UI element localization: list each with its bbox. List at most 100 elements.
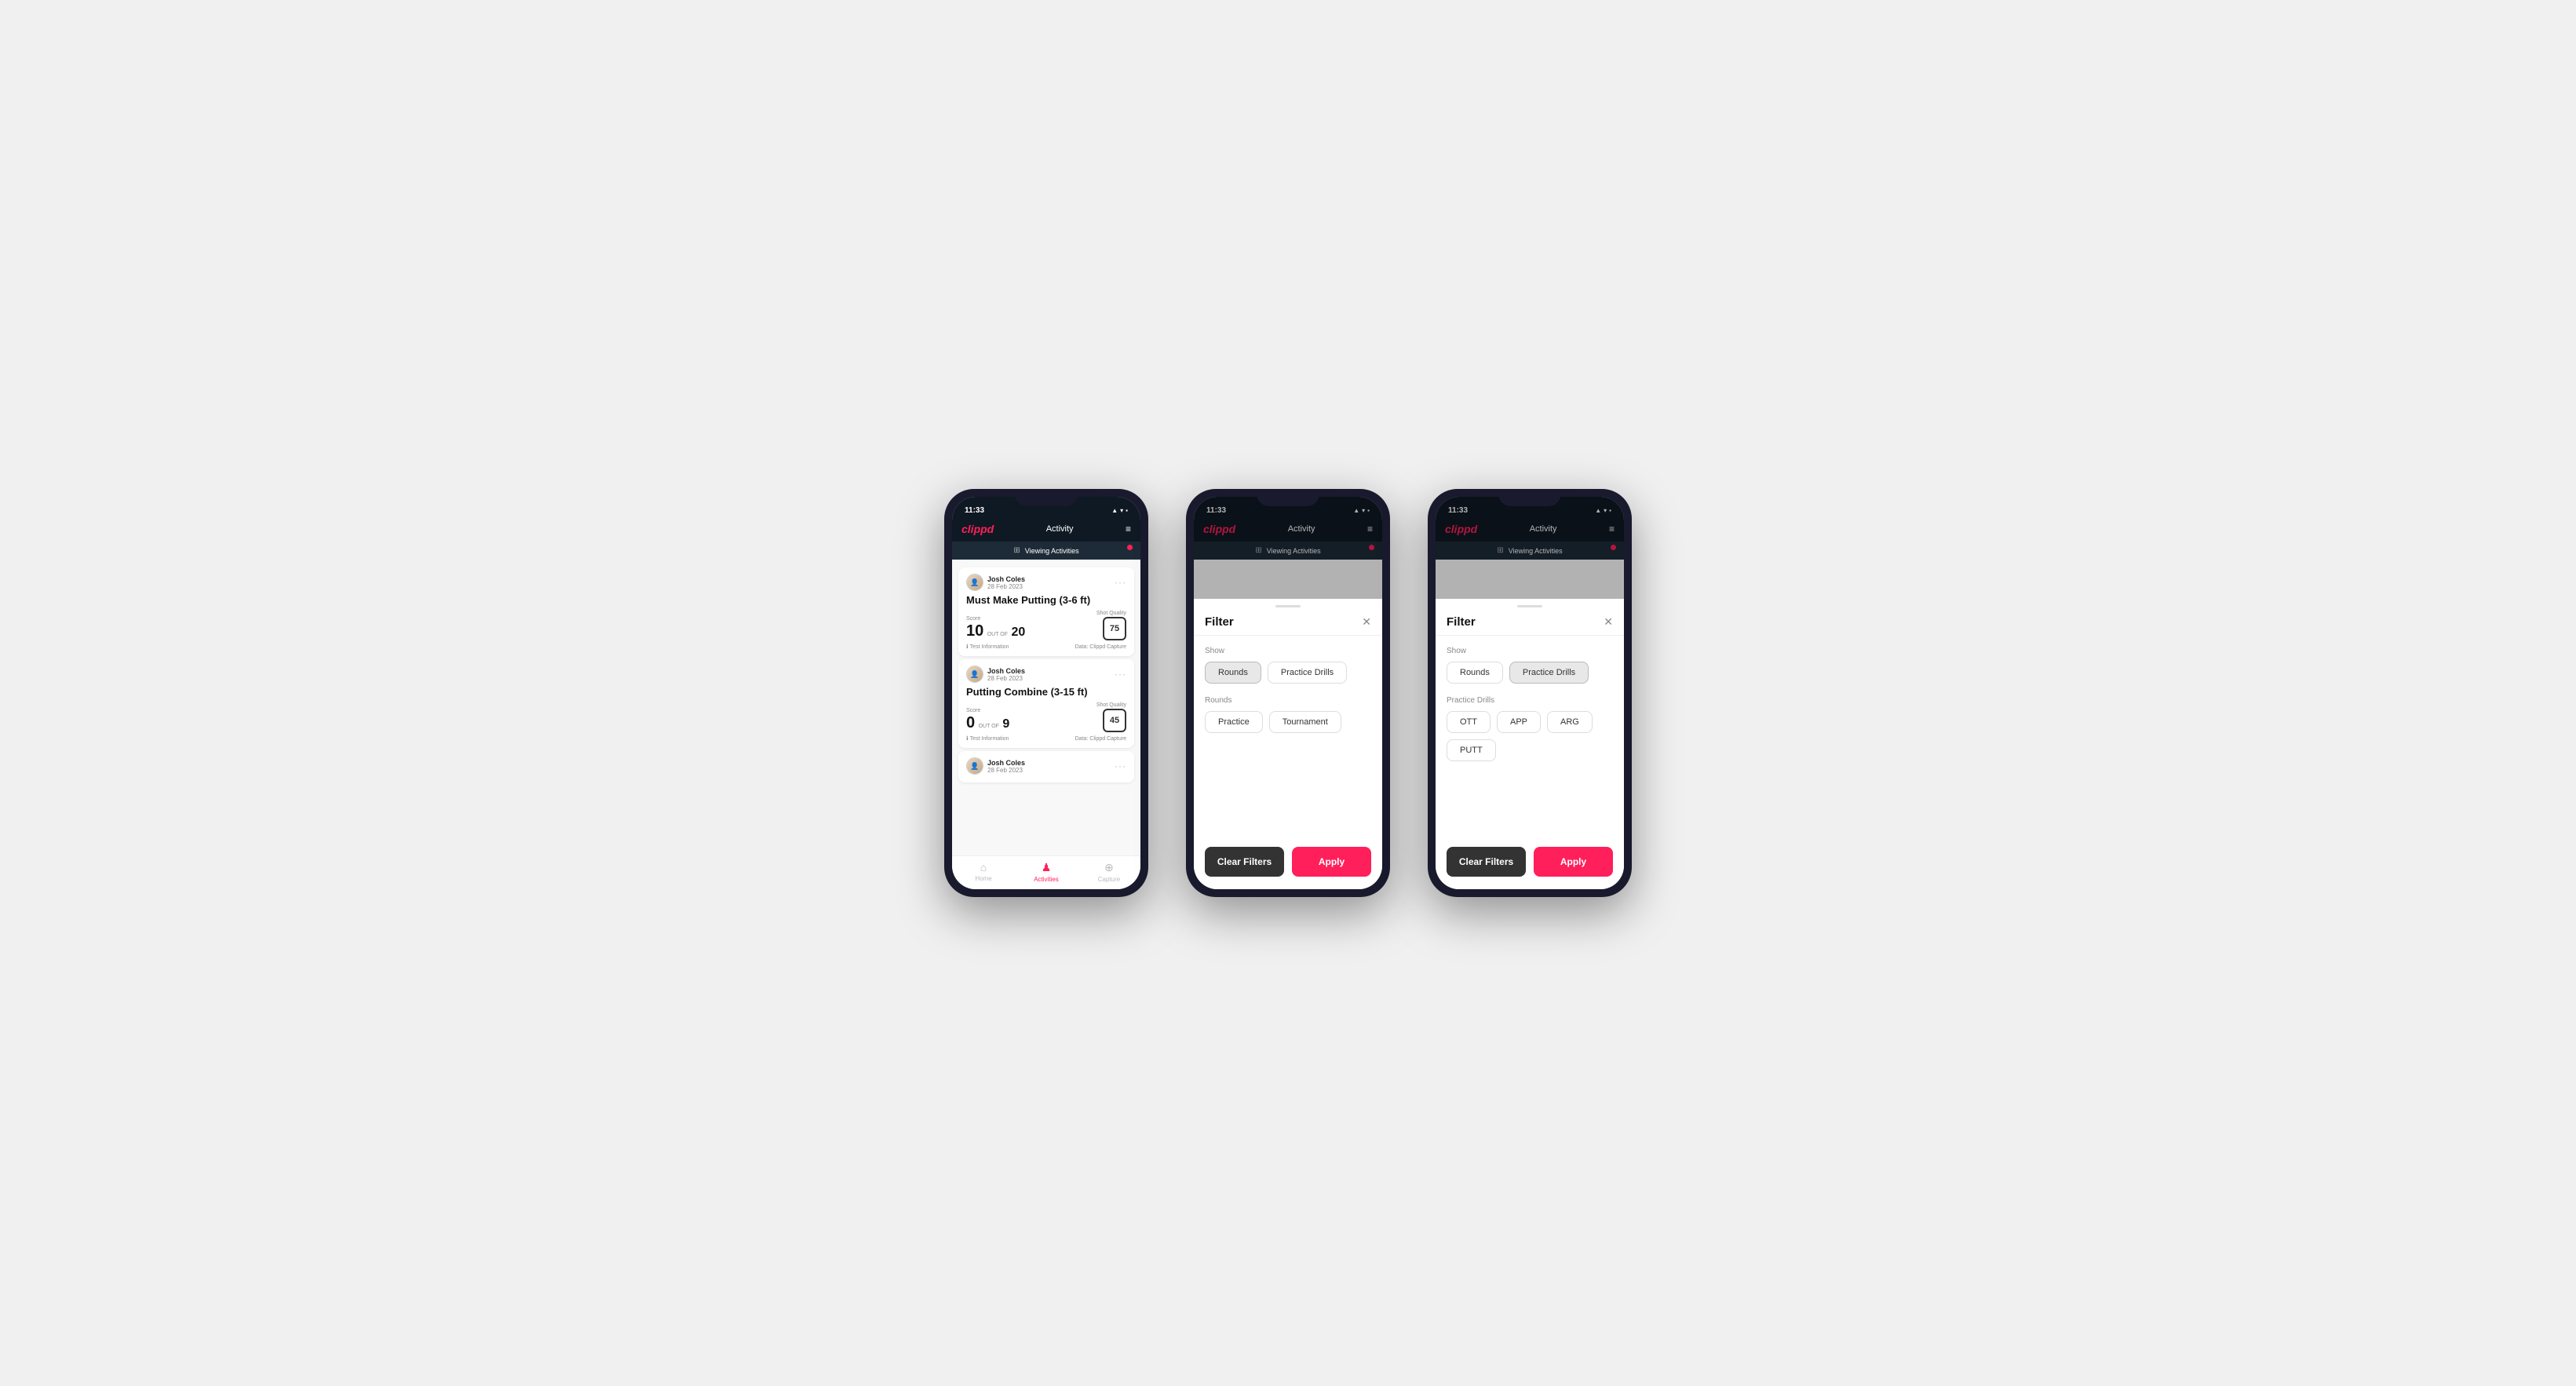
- shots-value-2: 9: [1002, 717, 1009, 731]
- card-stats-1: Score 10 OUT OF 20 Shot Quality 75: [966, 611, 1126, 640]
- phone-3: 11:33 ▲ ▾ ▪ clippd Activity ≡ ⊞ Viewing …: [1428, 489, 1632, 897]
- show-label-2: Show: [1205, 647, 1371, 655]
- user-name-3: Josh Coles: [987, 759, 1025, 767]
- activities-icon: ♟: [1042, 861, 1052, 874]
- out-of-label-1: OUT OF: [987, 632, 1008, 637]
- user-info-2: Josh Coles 28 Feb 2023: [987, 667, 1025, 682]
- avatar-inner-3: 👤: [967, 758, 983, 774]
- modal-header-2: Filter ✕: [1194, 611, 1382, 636]
- chip-tournament-2[interactable]: Tournament: [1269, 711, 1341, 733]
- modal-close-3[interactable]: ✕: [1604, 615, 1613, 629]
- score-row-1: 10 OUT OF 20: [966, 622, 1025, 640]
- nav-capture-label: Capture: [1098, 876, 1120, 883]
- info-icon-2: ℹ: [966, 735, 969, 742]
- shot-quality-badge-1: 75: [1103, 617, 1126, 640]
- chip-practice-drills-3[interactable]: Practice Drills: [1509, 662, 1589, 684]
- data-source-2: Data: Clippd Capture: [1075, 736, 1126, 742]
- rounds-chips-2: Practice Tournament: [1205, 711, 1371, 733]
- chip-ott-3[interactable]: OTT: [1447, 711, 1491, 733]
- show-chips-2: Rounds Practice Drills: [1205, 662, 1371, 684]
- activity-card-3: 👤 Josh Coles 28 Feb 2023 ···: [958, 751, 1134, 782]
- shot-quality-badge-2: 45: [1103, 709, 1126, 732]
- more-dots-1[interactable]: ···: [1115, 577, 1126, 588]
- user-name-1: Josh Coles: [987, 575, 1025, 583]
- signal-icon: ▲: [1111, 507, 1118, 514]
- clear-filters-button-3[interactable]: Clear Filters: [1447, 847, 1526, 877]
- app-header-1: clippd Activity ≡: [952, 518, 1140, 542]
- info-text-2: Test Information: [970, 736, 1009, 742]
- clear-filters-button-2[interactable]: Clear Filters: [1205, 847, 1284, 877]
- user-date-3: 28 Feb 2023: [987, 767, 1025, 774]
- modal-handle-2: [1275, 605, 1301, 607]
- info-icon-1: ℹ: [966, 644, 969, 650]
- filter-modal-2: Filter ✕ Show Rounds Practice Drills Rou…: [1194, 599, 1382, 889]
- activity-card-2[interactable]: 👤 Josh Coles 28 Feb 2023 ··· Putting Com…: [958, 659, 1134, 748]
- app-logo-1: clippd: [961, 523, 994, 535]
- user-date-1: 28 Feb 2023: [987, 583, 1025, 590]
- more-dots-3[interactable]: ···: [1115, 760, 1126, 771]
- card-title-2: Putting Combine (3-15 ft): [966, 686, 1126, 698]
- phone-notch-2: [1257, 489, 1319, 506]
- shot-quality-group-1: Shot Quality 75: [1096, 611, 1126, 640]
- modal-footer-3: Clear Filters Apply: [1436, 837, 1624, 889]
- filter-bar-text-1: Viewing Activities: [1025, 547, 1079, 555]
- modal-close-2[interactable]: ✕: [1362, 615, 1371, 629]
- filter-bar-1[interactable]: ⊞ Viewing Activities: [952, 542, 1140, 560]
- score-group-2: Score 0 OUT OF 9: [966, 708, 1009, 732]
- filter-modal-3: Filter ✕ Show Rounds Practice Drills Pra…: [1436, 599, 1624, 889]
- score-group-1: Score 10 OUT OF 20: [966, 616, 1025, 640]
- nav-capture[interactable]: ⊕ Capture: [1078, 861, 1140, 883]
- avatar-3: 👤: [966, 757, 983, 775]
- card-user-2: 👤 Josh Coles 28 Feb 2023: [966, 666, 1025, 683]
- modal-body-2: Show Rounds Practice Drills Rounds Pract…: [1194, 636, 1382, 837]
- card-title-1: Must Make Putting (3-6 ft): [966, 594, 1126, 606]
- phone-1-screen: 11:33 ▲ ▾ ▪ clippd Activity ≡ ⊞ Viewing …: [952, 497, 1140, 889]
- status-time-1: 11:33: [965, 506, 984, 515]
- apply-button-3[interactable]: Apply: [1534, 847, 1613, 877]
- modal-title-2: Filter: [1205, 615, 1234, 629]
- menu-icon-1[interactable]: ≡: [1126, 523, 1131, 534]
- card-header-1: 👤 Josh Coles 28 Feb 2023 ···: [966, 574, 1126, 591]
- card-info-2: ℹ Test Information: [966, 735, 1009, 742]
- chip-practice-drills-2[interactable]: Practice Drills: [1268, 662, 1347, 684]
- rounds-label-2: Rounds: [1205, 696, 1371, 705]
- phone-2: 11:33 ▲ ▾ ▪ clippd Activity ≡ ⊞ Viewing …: [1186, 489, 1390, 897]
- nav-home[interactable]: ⌂ Home: [952, 861, 1015, 883]
- avatar-inner-1: 👤: [967, 574, 983, 590]
- phone-3-screen: 11:33 ▲ ▾ ▪ clippd Activity ≡ ⊞ Viewing …: [1436, 497, 1624, 889]
- capture-icon: ⊕: [1104, 861, 1114, 874]
- card-footer-2: ℹ Test Information Data: Clippd Capture: [966, 735, 1126, 742]
- card-user-3: 👤 Josh Coles 28 Feb 2023: [966, 757, 1025, 775]
- status-icons-1: ▲ ▾ ▪: [1111, 507, 1128, 514]
- filter-icon-1: ⊞: [1013, 546, 1020, 555]
- score-row-2: 0 OUT OF 9: [966, 714, 1009, 732]
- show-chips-3: Rounds Practice Drills: [1447, 662, 1613, 684]
- chip-practice-2[interactable]: Practice: [1205, 711, 1263, 733]
- chip-rounds-2[interactable]: Rounds: [1205, 662, 1261, 684]
- score-value-2: 0: [966, 714, 975, 731]
- show-label-3: Show: [1447, 647, 1613, 655]
- chip-arg-3[interactable]: ARG: [1547, 711, 1593, 733]
- chip-app-3[interactable]: APP: [1497, 711, 1541, 733]
- data-source-1: Data: Clippd Capture: [1075, 644, 1126, 650]
- user-name-2: Josh Coles: [987, 667, 1025, 675]
- battery-icon: ▪: [1126, 507, 1128, 514]
- activity-card-1[interactable]: 👤 Josh Coles 28 Feb 2023 ··· Must Make P…: [958, 567, 1134, 656]
- user-date-2: 28 Feb 2023: [987, 675, 1025, 682]
- nav-activities[interactable]: ♟ Activities: [1015, 861, 1078, 883]
- apply-button-2[interactable]: Apply: [1292, 847, 1371, 877]
- nav-home-label: Home: [975, 875, 991, 882]
- practice-chips-3: OTT APP ARG PUTT: [1447, 711, 1613, 761]
- phone-notch-1: [1015, 489, 1078, 506]
- chip-putt-3[interactable]: PUTT: [1447, 739, 1496, 761]
- phone-notch-3: [1498, 489, 1561, 506]
- chip-rounds-3[interactable]: Rounds: [1447, 662, 1503, 684]
- shot-quality-label-2: Shot Quality: [1096, 702, 1126, 708]
- more-dots-2[interactable]: ···: [1115, 669, 1126, 680]
- modal-handle-3: [1517, 605, 1542, 607]
- phone-2-screen: 11:33 ▲ ▾ ▪ clippd Activity ≡ ⊞ Viewing …: [1194, 497, 1382, 889]
- card-user-1: 👤 Josh Coles 28 Feb 2023: [966, 574, 1025, 591]
- avatar-2: 👤: [966, 666, 983, 683]
- activity-list-1: 👤 Josh Coles 28 Feb 2023 ··· Must Make P…: [952, 560, 1140, 855]
- shots-value-1: 20: [1011, 626, 1025, 639]
